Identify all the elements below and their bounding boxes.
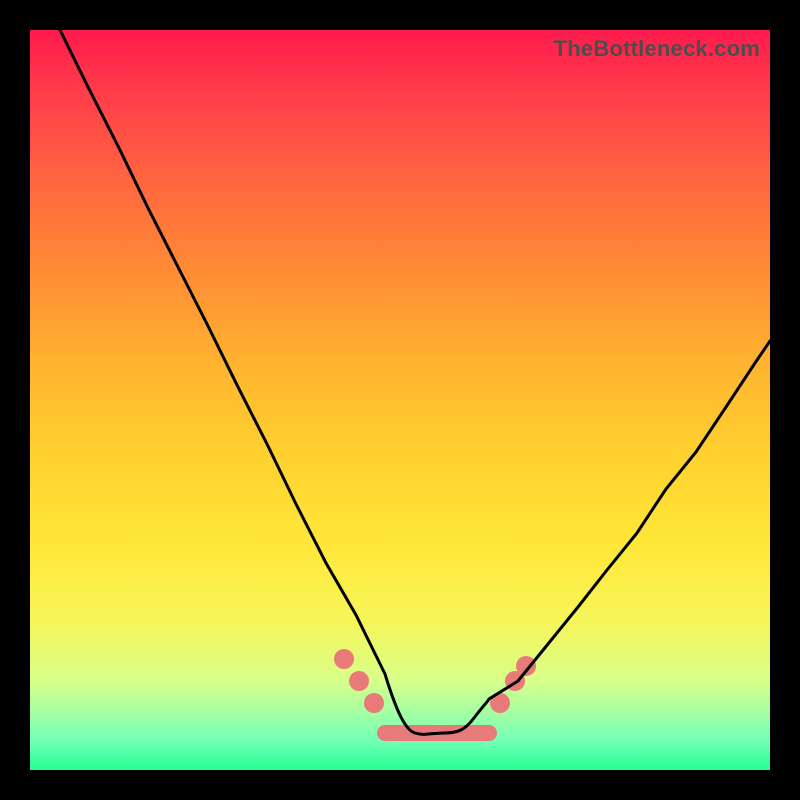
- gradient-plot-area: TheBottleneck.com: [30, 30, 770, 770]
- outer-frame: TheBottleneck.com: [0, 0, 800, 800]
- bottleneck-curve-svg: [30, 30, 770, 770]
- bottleneck-curve-line: [60, 30, 770, 734]
